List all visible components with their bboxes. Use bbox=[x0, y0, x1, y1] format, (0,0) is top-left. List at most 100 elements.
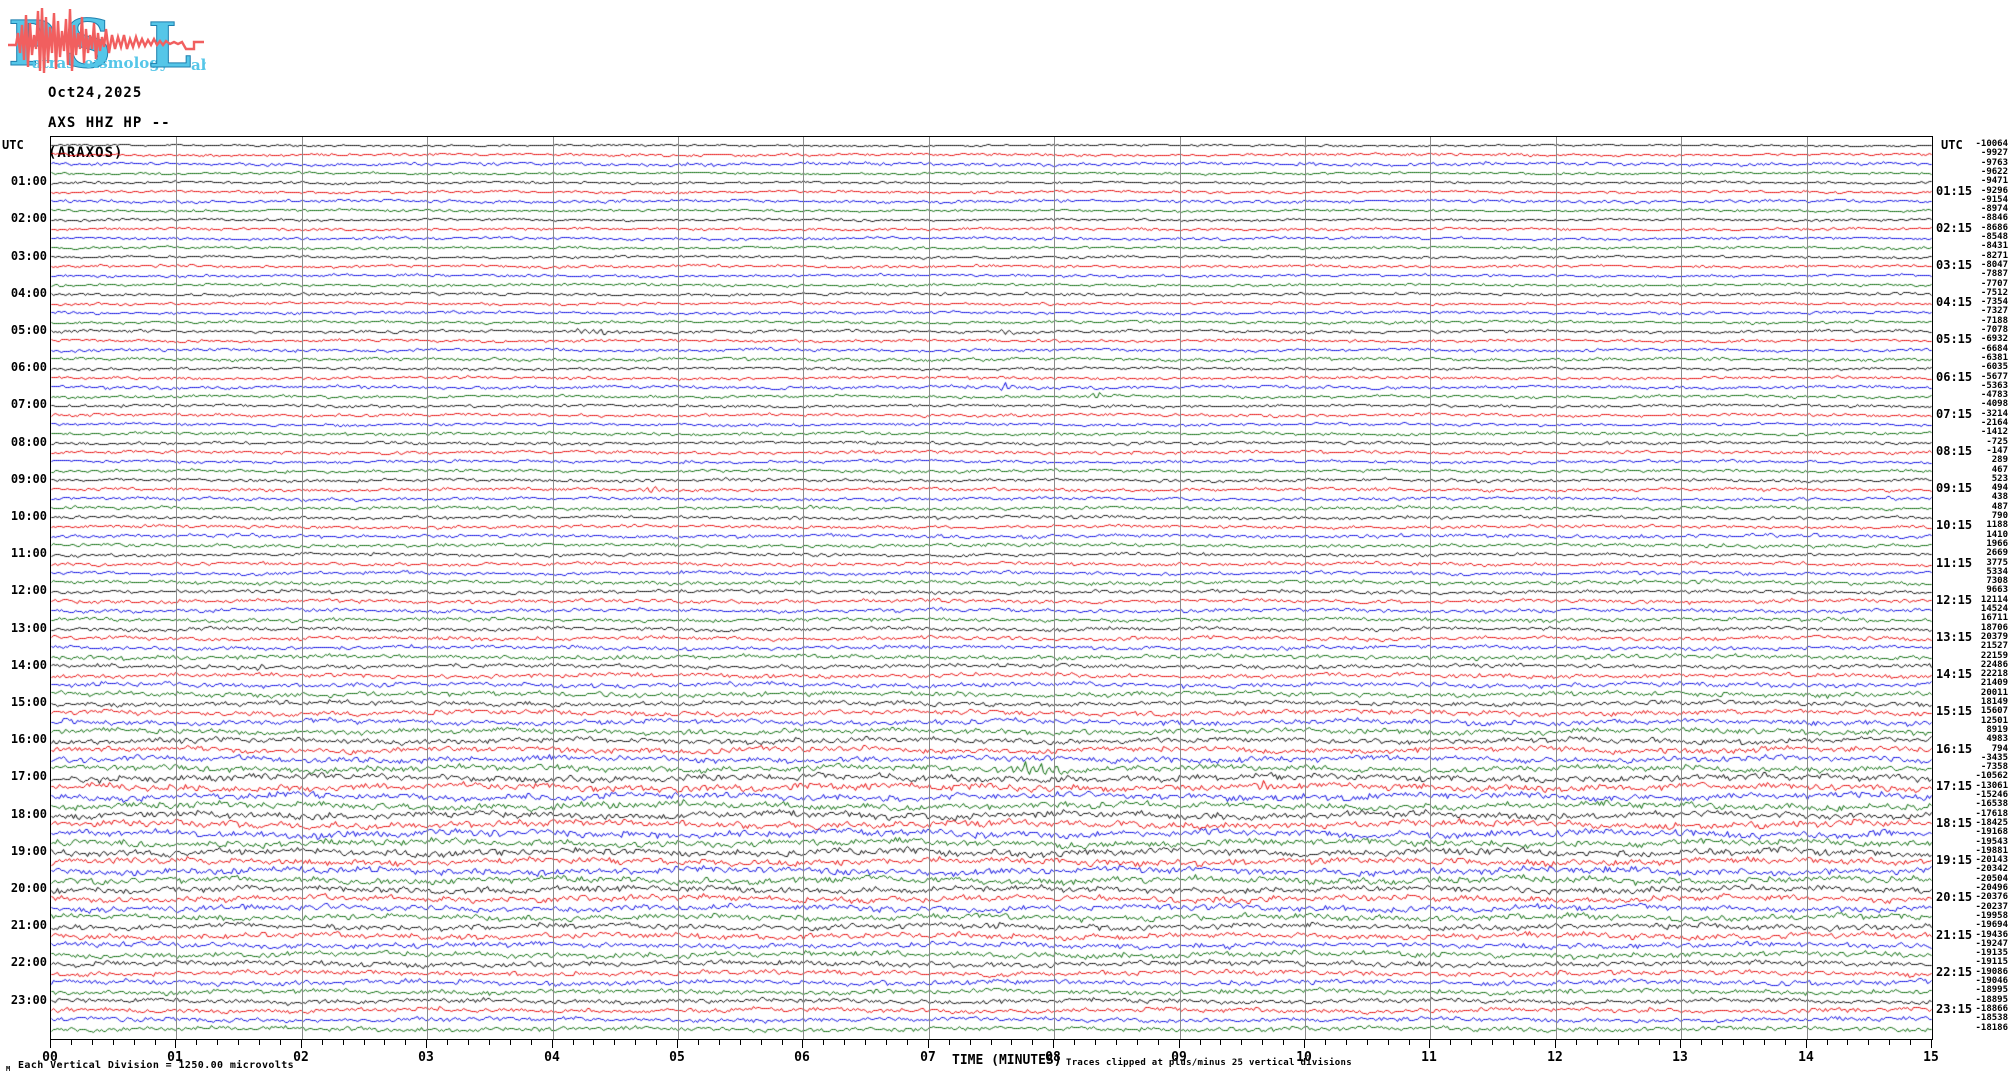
x-axis-label: 03 bbox=[406, 1050, 446, 1065]
psl-logo: P atras S eismology L ab bbox=[6, 4, 206, 78]
x-minor-tick bbox=[196, 1040, 197, 1045]
x-minor-tick bbox=[1388, 1040, 1389, 1045]
minute-gridline bbox=[678, 137, 679, 1039]
x-axis-label: 04 bbox=[532, 1050, 572, 1065]
header-station-code: AXS HHZ HP -- bbox=[48, 115, 171, 131]
hour-label-left: 11:00 bbox=[0, 546, 47, 560]
x-minor-tick bbox=[1074, 1040, 1075, 1045]
minute-gridline bbox=[1807, 137, 1808, 1039]
x-minor-tick bbox=[1200, 1040, 1201, 1045]
x-minor-tick bbox=[259, 1040, 260, 1045]
x-minor-tick bbox=[1095, 1040, 1096, 1045]
x-minor-tick bbox=[489, 1040, 490, 1045]
x-major-tick bbox=[802, 1040, 803, 1048]
x-minor-tick bbox=[635, 1040, 636, 1045]
minute-gridline bbox=[1556, 137, 1557, 1039]
x-minor-tick bbox=[71, 1040, 72, 1045]
hour-label-left: 16:00 bbox=[0, 732, 47, 746]
x-minor-tick bbox=[698, 1040, 699, 1045]
minute-gridline bbox=[1054, 137, 1055, 1039]
minute-gridline bbox=[803, 137, 804, 1039]
footer-mark: M bbox=[6, 1065, 10, 1073]
x-minor-tick bbox=[1534, 1040, 1535, 1045]
x-minor-tick bbox=[1847, 1040, 1848, 1045]
x-minor-tick bbox=[593, 1040, 594, 1045]
x-major-tick bbox=[1931, 1040, 1932, 1048]
x-minor-tick bbox=[1597, 1040, 1598, 1045]
trace-canvas bbox=[51, 137, 1932, 1039]
clip-note: Traces clipped at plus/minus 25 vertical… bbox=[1066, 1058, 1352, 1068]
x-minor-tick bbox=[384, 1040, 385, 1045]
time-axis-title: TIME (MINUTES) bbox=[952, 1053, 1062, 1068]
x-minor-tick bbox=[1137, 1040, 1138, 1045]
x-minor-tick bbox=[1868, 1040, 1869, 1045]
x-minor-tick bbox=[844, 1040, 845, 1045]
x-minor-tick bbox=[970, 1040, 971, 1045]
x-minor-tick bbox=[364, 1040, 365, 1045]
minute-gridline bbox=[1430, 137, 1431, 1039]
x-major-tick bbox=[1429, 1040, 1430, 1048]
x-major-tick bbox=[426, 1040, 427, 1048]
x-minor-tick bbox=[1889, 1040, 1890, 1045]
plot-area bbox=[50, 136, 1933, 1040]
x-minor-tick bbox=[1116, 1040, 1117, 1045]
hour-label-left: 17:00 bbox=[0, 769, 47, 783]
x-minor-tick bbox=[280, 1040, 281, 1045]
hour-label-left: 13:00 bbox=[0, 621, 47, 635]
hour-label-left: 03:00 bbox=[0, 249, 47, 263]
hour-label-left: 04:00 bbox=[0, 286, 47, 300]
x-major-tick bbox=[928, 1040, 929, 1048]
logo-word-ab: ab bbox=[191, 56, 206, 74]
x-major-tick bbox=[1680, 1040, 1681, 1048]
x-minor-tick bbox=[614, 1040, 615, 1045]
x-major-tick bbox=[1806, 1040, 1807, 1048]
hour-label-left: 10:00 bbox=[0, 509, 47, 523]
x-minor-tick bbox=[1492, 1040, 1493, 1045]
x-major-tick bbox=[1053, 1040, 1054, 1048]
x-minor-tick bbox=[468, 1040, 469, 1045]
x-minor-tick bbox=[949, 1040, 950, 1045]
x-minor-tick bbox=[405, 1040, 406, 1045]
x-major-tick bbox=[175, 1040, 176, 1048]
minute-gridline bbox=[176, 137, 177, 1039]
header-date: Oct24,2025 bbox=[48, 85, 142, 101]
x-minor-tick bbox=[531, 1040, 532, 1045]
x-minor-tick bbox=[134, 1040, 135, 1045]
x-minor-tick bbox=[1158, 1040, 1159, 1045]
x-axis-label: 05 bbox=[657, 1050, 697, 1065]
x-minor-tick bbox=[782, 1040, 783, 1045]
x-minor-tick bbox=[865, 1040, 866, 1045]
x-minor-tick bbox=[1032, 1040, 1033, 1045]
x-minor-tick bbox=[113, 1040, 114, 1045]
x-minor-tick bbox=[1743, 1040, 1744, 1045]
hour-label-left: 20:00 bbox=[0, 881, 47, 895]
hour-label-left: 02:00 bbox=[0, 211, 47, 225]
hour-label-left: 18:00 bbox=[0, 807, 47, 821]
x-minor-tick bbox=[1785, 1040, 1786, 1045]
x-minor-tick bbox=[155, 1040, 156, 1045]
x-minor-tick bbox=[1722, 1040, 1723, 1045]
hour-label-left: 22:00 bbox=[0, 955, 47, 969]
x-minor-tick bbox=[1262, 1040, 1263, 1045]
x-major-tick bbox=[552, 1040, 553, 1048]
minute-gridline bbox=[427, 137, 428, 1039]
x-minor-tick bbox=[1011, 1040, 1012, 1045]
minute-gridline bbox=[929, 137, 930, 1039]
x-minor-tick bbox=[217, 1040, 218, 1045]
x-axis-label: 07 bbox=[908, 1050, 948, 1065]
hour-label-left: 19:00 bbox=[0, 844, 47, 858]
x-minor-tick bbox=[92, 1040, 93, 1045]
x-major-tick bbox=[301, 1040, 302, 1048]
x-minor-tick bbox=[656, 1040, 657, 1045]
hour-label-left: 15:00 bbox=[0, 695, 47, 709]
x-minor-tick bbox=[447, 1040, 448, 1045]
hour-label-left: 21:00 bbox=[0, 918, 47, 932]
hour-label-left: 05:00 bbox=[0, 323, 47, 337]
utc-label-left: UTC bbox=[2, 138, 24, 152]
hour-label-left: 12:00 bbox=[0, 583, 47, 597]
x-major-tick bbox=[1179, 1040, 1180, 1048]
x-minor-tick bbox=[1220, 1040, 1221, 1045]
hour-label-left: 06:00 bbox=[0, 360, 47, 374]
x-axis-label: 15 bbox=[1911, 1050, 1951, 1065]
x-minor-tick bbox=[1910, 1040, 1911, 1045]
